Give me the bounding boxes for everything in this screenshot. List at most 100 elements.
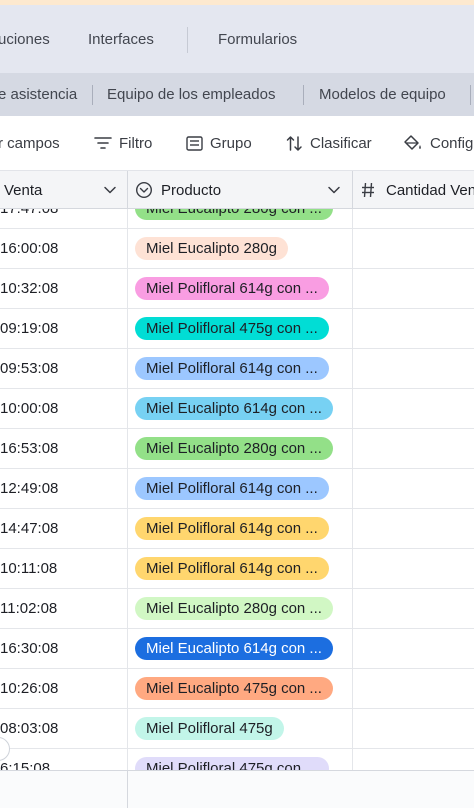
sale-time-cell[interactable]: 14:47:08 [0, 520, 58, 537]
product-tag: Miel Polifloral 475g con ... [135, 317, 329, 340]
config-label: Config [430, 134, 474, 152]
sale-time-cell[interactable]: 09:53:08 [0, 360, 58, 377]
product-tag: Miel Eucalipto 614g con ... [135, 397, 333, 420]
table-row[interactable]: 16:53:08 Miel Eucalipto 280g con ... [0, 429, 474, 469]
quantity-cell[interactable] [353, 669, 474, 708]
tab-interfaces[interactable]: Interfaces [88, 31, 154, 48]
hide-fields-button[interactable]: r campos [0, 132, 60, 154]
product-cell[interactable]: Miel Eucalipto 475g con ... [135, 677, 333, 705]
chevron-down-icon[interactable] [327, 185, 341, 195]
number-icon [362, 182, 374, 198]
column-header-venta[interactable]: Venta [4, 171, 42, 209]
grid-footer [0, 770, 474, 808]
product-tag: Miel Eucalipto 280g [135, 237, 288, 260]
product-tag: Miel Polifloral 475g con ... [135, 757, 329, 770]
quantity-cell[interactable] [353, 549, 474, 588]
sale-time-cell[interactable]: 16:30:08 [0, 640, 58, 657]
table-row[interactable]: 08:03:08 Miel Polifloral 475g [0, 709, 474, 749]
product-tag: Miel Polifloral 475g [135, 717, 284, 740]
product-tag: Miel Eucalipto 614g con ... [135, 637, 333, 660]
table-row[interactable]: 10:32:08 Miel Polifloral 614g con ... [0, 269, 474, 309]
grid-body: 17:47:08 Miel Eucalipto 280g con ... 16:00… [0, 209, 474, 770]
quantity-cell[interactable] [353, 589, 474, 628]
product-cell[interactable]: Miel Polifloral 614g con ... [135, 477, 329, 505]
table-row[interactable]: 6:15:08 Miel Polifloral 475g con ... [0, 749, 474, 770]
product-tag: Miel Eucalipto 280g con ... [135, 209, 333, 220]
sale-time-cell[interactable]: 08:03:08 [0, 720, 58, 737]
table-tab-equipment-models[interactable]: Modelos de equipo [319, 86, 446, 103]
table-row[interactable]: 16:30:08 Miel Eucalipto 614g con ... [0, 629, 474, 669]
quantity-cell[interactable] [353, 509, 474, 548]
sale-time-cell[interactable]: 12:49:08 [0, 480, 58, 497]
tab-automations[interactable]: uciones [0, 31, 50, 48]
column-header-producto-label: Producto [161, 181, 222, 199]
column-header-producto[interactable]: Producto [135, 171, 221, 209]
group-button[interactable]: Grupo [186, 132, 252, 154]
sale-time-cell[interactable]: 10:32:08 [0, 280, 58, 297]
sale-time-cell[interactable]: 10:26:08 [0, 680, 58, 697]
filter-button[interactable]: Filtro [94, 132, 152, 154]
product-cell[interactable]: Miel Eucalipto 280g con ... [135, 437, 333, 465]
table-row[interactable]: 10:26:08 Miel Eucalipto 475g con ... [0, 669, 474, 709]
product-cell[interactable]: Miel Eucalipto 280g con ... [135, 209, 333, 225]
quantity-cell[interactable] [353, 349, 474, 388]
product-cell[interactable]: Miel Polifloral 614g con ... [135, 517, 329, 545]
sale-time-cell[interactable]: 17:47:08 [0, 209, 58, 217]
product-cell[interactable]: Miel Eucalipto 280g con ... [135, 597, 333, 625]
product-tag: Miel Polifloral 614g con ... [135, 517, 329, 540]
quantity-cell[interactable] [353, 469, 474, 508]
product-cell[interactable]: Miel Polifloral 614g con ... [135, 557, 329, 585]
quantity-cell[interactable] [353, 389, 474, 428]
quantity-cell[interactable] [353, 229, 474, 268]
product-cell[interactable]: Miel Polifloral 475g con ... [135, 317, 329, 345]
table-row[interactable]: 14:47:08 Miel Polifloral 614g con ... [0, 509, 474, 549]
chevron-down-icon[interactable] [103, 185, 117, 195]
product-cell[interactable]: Miel Eucalipto 280g [135, 237, 288, 265]
config-button[interactable]: Config [403, 132, 473, 154]
product-cell[interactable]: Miel Polifloral 475g con ... [135, 757, 329, 770]
sort-button[interactable]: Clasificar [286, 132, 372, 154]
table-row[interactable]: 10:00:08 Miel Eucalipto 614g con ... [0, 389, 474, 429]
product-cell[interactable]: Miel Polifloral 614g con ... [135, 357, 329, 385]
column-header-cantidad[interactable]: Cantidad Ven [361, 171, 474, 209]
quantity-cell[interactable] [353, 429, 474, 468]
sale-time-cell[interactable]: 16:00:08 [0, 240, 58, 257]
table-tab-divider [303, 85, 304, 105]
sale-time-cell[interactable]: 6:15:08 [0, 760, 50, 770]
table-rows: 17:47:08 Miel Eucalipto 280g con ... 16:00… [0, 209, 474, 770]
table-row[interactable]: 17:47:08 Miel Eucalipto 280g con ... [0, 209, 474, 229]
product-tag: Miel Eucalipto 475g con ... [135, 677, 333, 700]
quantity-cell[interactable] [353, 629, 474, 668]
tab-forms[interactable]: Formularios [218, 31, 297, 48]
quantity-cell[interactable] [353, 269, 474, 308]
product-cell[interactable]: Miel Polifloral 475g [135, 717, 284, 745]
table-row[interactable]: 10:11:08 Miel Polifloral 614g con ... [0, 549, 474, 589]
table-tabs: e asistencia Equipo de los empleados Mod… [0, 73, 474, 116]
sale-time-cell[interactable]: 16:53:08 [0, 440, 58, 457]
sale-time-cell[interactable]: 11:02:08 [0, 600, 57, 617]
table-tab-attendance[interactable]: e asistencia [0, 86, 77, 103]
product-cell[interactable]: Miel Polifloral 614g con ... [135, 277, 329, 305]
table-tab-divider [470, 85, 471, 105]
quantity-cell[interactable] [353, 709, 474, 748]
column-divider [127, 771, 128, 808]
table-row[interactable]: 11:02:08 Miel Eucalipto 280g con ... [0, 589, 474, 629]
product-tag: Miel Polifloral 614g con ... [135, 557, 329, 580]
table-row[interactable]: 12:49:08 Miel Polifloral 614g con ... [0, 469, 474, 509]
quantity-cell[interactable] [353, 309, 474, 348]
table-row[interactable]: 16:00:08 Miel Eucalipto 280g [0, 229, 474, 269]
nav-divider [187, 27, 188, 53]
sale-time-cell[interactable]: 10:00:08 [0, 400, 58, 417]
top-nav: uciones Interfaces Formularios [0, 5, 474, 73]
sale-time-cell[interactable]: 09:19:08 [0, 320, 58, 337]
product-cell[interactable]: Miel Eucalipto 614g con ... [135, 397, 333, 425]
quantity-cell[interactable] [353, 209, 474, 228]
product-cell[interactable]: Miel Eucalipto 614g con ... [135, 637, 333, 665]
table-tab-employee-equipment[interactable]: Equipo de los empleados [107, 86, 275, 103]
table-row[interactable]: 09:19:08 Miel Polifloral 475g con ... [0, 309, 474, 349]
column-header-venta-label: Venta [4, 181, 43, 199]
single-select-icon [135, 181, 153, 199]
table-row[interactable]: 09:53:08 Miel Polifloral 614g con ... [0, 349, 474, 389]
quantity-cell[interactable] [353, 749, 474, 770]
sale-time-cell[interactable]: 10:11:08 [0, 560, 57, 577]
